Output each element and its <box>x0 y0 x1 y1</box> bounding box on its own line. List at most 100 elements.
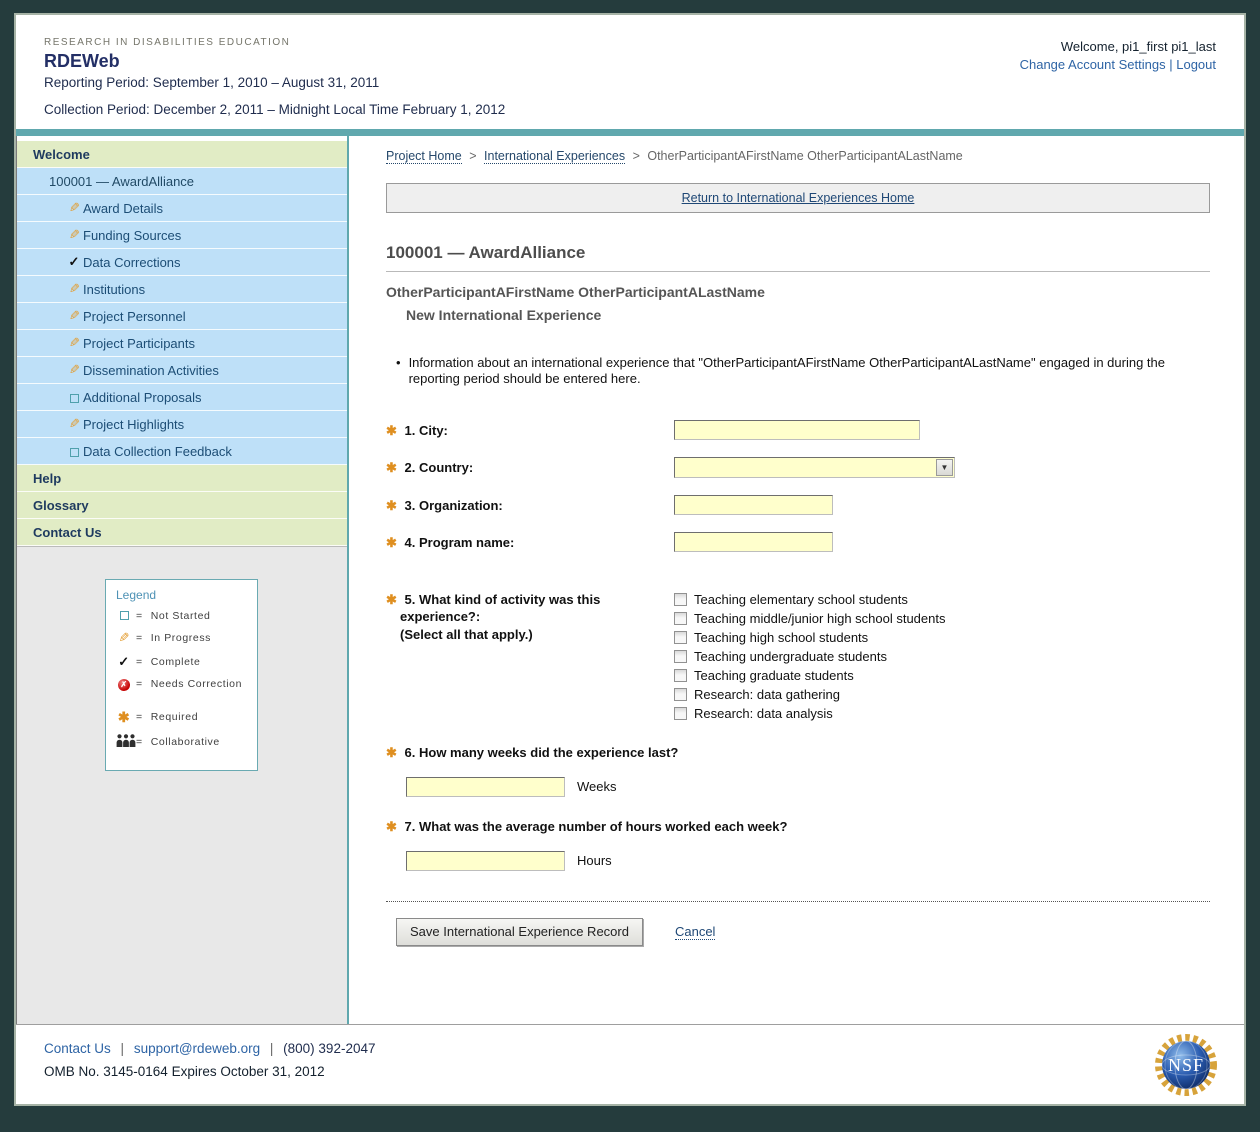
sidebar-lower-area: Legend = Not Started ✎ = In Progress ✓ = <box>17 546 347 1024</box>
legend-item-complete: ✓ = Complete <box>116 654 247 670</box>
sidebar-item-data-collection-feedback[interactable]: Data Collection Feedback <box>17 438 347 465</box>
chevron-down-icon[interactable]: ▼ <box>936 459 953 476</box>
legend-label: Complete <box>151 656 201 668</box>
activity-label: ✱ 5. What kind of activity was this expe… <box>386 588 674 644</box>
sidebar-item-funding-sources[interactable]: ✎ Funding Sources <box>17 222 347 249</box>
required-star-icon: ✱ <box>386 460 397 475</box>
save-button[interactable]: Save International Experience Record <box>396 918 643 946</box>
main-content: Project Home > International Experiences… <box>349 136 1244 1024</box>
return-home-bar: Return to International Experiences Home <box>386 183 1210 213</box>
sidebar-item-label: Glossary <box>33 498 89 513</box>
pencil-icon: ✎ <box>65 227 83 243</box>
header-divider-bar <box>16 129 1244 136</box>
sidebar-item-help[interactable]: Help <box>17 465 347 492</box>
welcome-user-text: Welcome, pi1_first pi1_last <box>1020 39 1216 54</box>
sidebar-item-welcome[interactable]: Welcome <box>17 141 347 168</box>
info-bullet: • Information about an international exp… <box>386 355 1196 388</box>
program-name-label: ✱ 4. Program name: <box>386 532 674 551</box>
breadcrumb-project-home-link[interactable]: Project Home <box>386 149 462 164</box>
required-star-icon: ✱ <box>386 745 397 760</box>
breadcrumb-separator: > <box>633 149 640 163</box>
info-bullet-text: Information about an international exper… <box>409 355 1196 388</box>
breadcrumb-current: OtherParticipantAFirstName OtherParticip… <box>647 149 962 163</box>
city-input[interactable] <box>674 420 920 440</box>
header-left: RESEARCH IN DISABILITIES EDUCATION RDEWe… <box>44 37 505 117</box>
legend-title: Legend <box>116 588 247 602</box>
pencil-icon: ✎ <box>65 281 83 297</box>
breadcrumb-separator: > <box>469 149 476 163</box>
sidebar-item-label: Additional Proposals <box>83 390 202 405</box>
sidebar-item-label: Data Corrections <box>83 255 181 270</box>
activity-label-line3: (Select all that apply.) <box>386 626 674 644</box>
hours-input[interactable] <box>406 851 565 871</box>
sidebar-item-project-personnel[interactable]: ✎ Project Personnel <box>17 303 347 330</box>
logout-link[interactable]: Logout <box>1176 57 1216 72</box>
app-title: RDEWeb <box>44 51 505 72</box>
country-select[interactable]: ▼ <box>674 457 955 478</box>
sidebar-item-label: Funding Sources <box>83 228 181 243</box>
sidebar-item-project-participants[interactable]: ✎ Project Participants <box>17 330 347 357</box>
legend-item-required: ✱ = Required <box>116 709 247 726</box>
pencil-icon: ✎ <box>65 308 83 324</box>
pencil-icon: ✎ <box>65 416 83 432</box>
return-to-international-experiences-link[interactable]: Return to International Experiences Home <box>682 191 915 205</box>
city-label: ✱ 1. City: <box>386 420 674 439</box>
legend-equals: = <box>136 678 143 690</box>
activity-checkbox-teaching-elementary[interactable] <box>674 593 687 606</box>
checkbox-row: Teaching elementary school students <box>674 590 946 609</box>
form-row-city: ✱ 1. City: <box>386 420 1210 440</box>
sidebar-item-project-highlights[interactable]: ✎ Project Highlights <box>17 411 347 438</box>
checkbox-row: Research: data analysis <box>674 704 946 723</box>
activity-checkbox-teaching-high[interactable] <box>674 631 687 644</box>
footer-email-link[interactable]: support@rdeweb.org <box>134 1041 260 1056</box>
program-name-input[interactable] <box>674 532 833 552</box>
legend-label: Not Started <box>151 610 211 622</box>
not-started-icon <box>116 610 132 622</box>
sidebar-item-award[interactable]: 100001 — AwardAlliance <box>17 168 347 195</box>
organization-input[interactable] <box>674 495 833 515</box>
required-star-icon: ✱ <box>116 709 132 726</box>
legend-equals: = <box>136 610 143 622</box>
required-star-icon: ✱ <box>386 535 397 550</box>
pencil-icon: ✎ <box>65 200 83 216</box>
change-account-settings-link[interactable]: Change Account Settings <box>1020 57 1166 72</box>
field-label: 6. How many weeks did the experience las… <box>405 745 679 760</box>
activity-checkbox-research-analysis[interactable] <box>674 707 687 720</box>
breadcrumb-international-experiences-link[interactable]: International Experiences <box>484 149 625 164</box>
nsf-logo-text: NSF <box>1168 1055 1204 1075</box>
sidebar-item-label: 100001 — AwardAlliance <box>49 174 194 189</box>
activity-checkbox-research-gathering[interactable] <box>674 688 687 701</box>
footer-contact-us-link[interactable]: Contact Us <box>44 1041 111 1056</box>
pencil-icon: ✎ <box>65 335 83 351</box>
cancel-link[interactable]: Cancel <box>675 924 715 940</box>
checkbox-row: Teaching high school students <box>674 628 946 647</box>
sidebar-item-contact-us[interactable]: Contact Us <box>17 519 347 546</box>
check-icon: ✓ <box>65 254 83 270</box>
page-header: RESEARCH IN DISABILITIES EDUCATION RDEWe… <box>16 15 1244 129</box>
footer-phone: (800) 392-2047 <box>283 1041 375 1056</box>
weeks-input-row: Weeks <box>386 777 1210 797</box>
form-row-organization: ✱ 3. Organization: <box>386 495 1210 515</box>
check-icon: ✓ <box>116 654 132 670</box>
legend-spacer <box>116 699 247 709</box>
activity-checkbox-teaching-undergraduate[interactable] <box>674 650 687 663</box>
footer-contact-line: Contact Us | support@rdeweb.org | (800) … <box>44 1041 1220 1056</box>
form-separator <box>386 901 1210 902</box>
collection-period: Collection Period: December 2, 2011 – Mi… <box>44 102 505 117</box>
sidebar-item-label: Project Highlights <box>83 417 184 432</box>
activity-checkbox-teaching-middle[interactable] <box>674 612 687 625</box>
checkbox-row: Teaching graduate students <box>674 666 946 685</box>
sidebar-item-additional-proposals[interactable]: Additional Proposals <box>17 384 347 411</box>
checkbox-row: Research: data gathering <box>674 685 946 704</box>
sidebar-item-glossary[interactable]: Glossary <box>17 492 347 519</box>
collaborative-people-icon <box>116 734 132 750</box>
sidebar-item-label: Project Participants <box>83 336 195 351</box>
sidebar-item-institutions[interactable]: ✎ Institutions <box>17 276 347 303</box>
form-row-country: ✱ 2. Country: ▼ <box>386 457 1210 478</box>
sidebar-item-data-corrections[interactable]: ✓ Data Corrections <box>17 249 347 276</box>
field-label: 4. Program name: <box>405 535 515 550</box>
sidebar-item-award-details[interactable]: ✎ Award Details <box>17 195 347 222</box>
activity-checkbox-teaching-graduate[interactable] <box>674 669 687 682</box>
weeks-input[interactable] <box>406 777 565 797</box>
sidebar-item-dissemination-activities[interactable]: ✎ Dissemination Activities <box>17 357 347 384</box>
